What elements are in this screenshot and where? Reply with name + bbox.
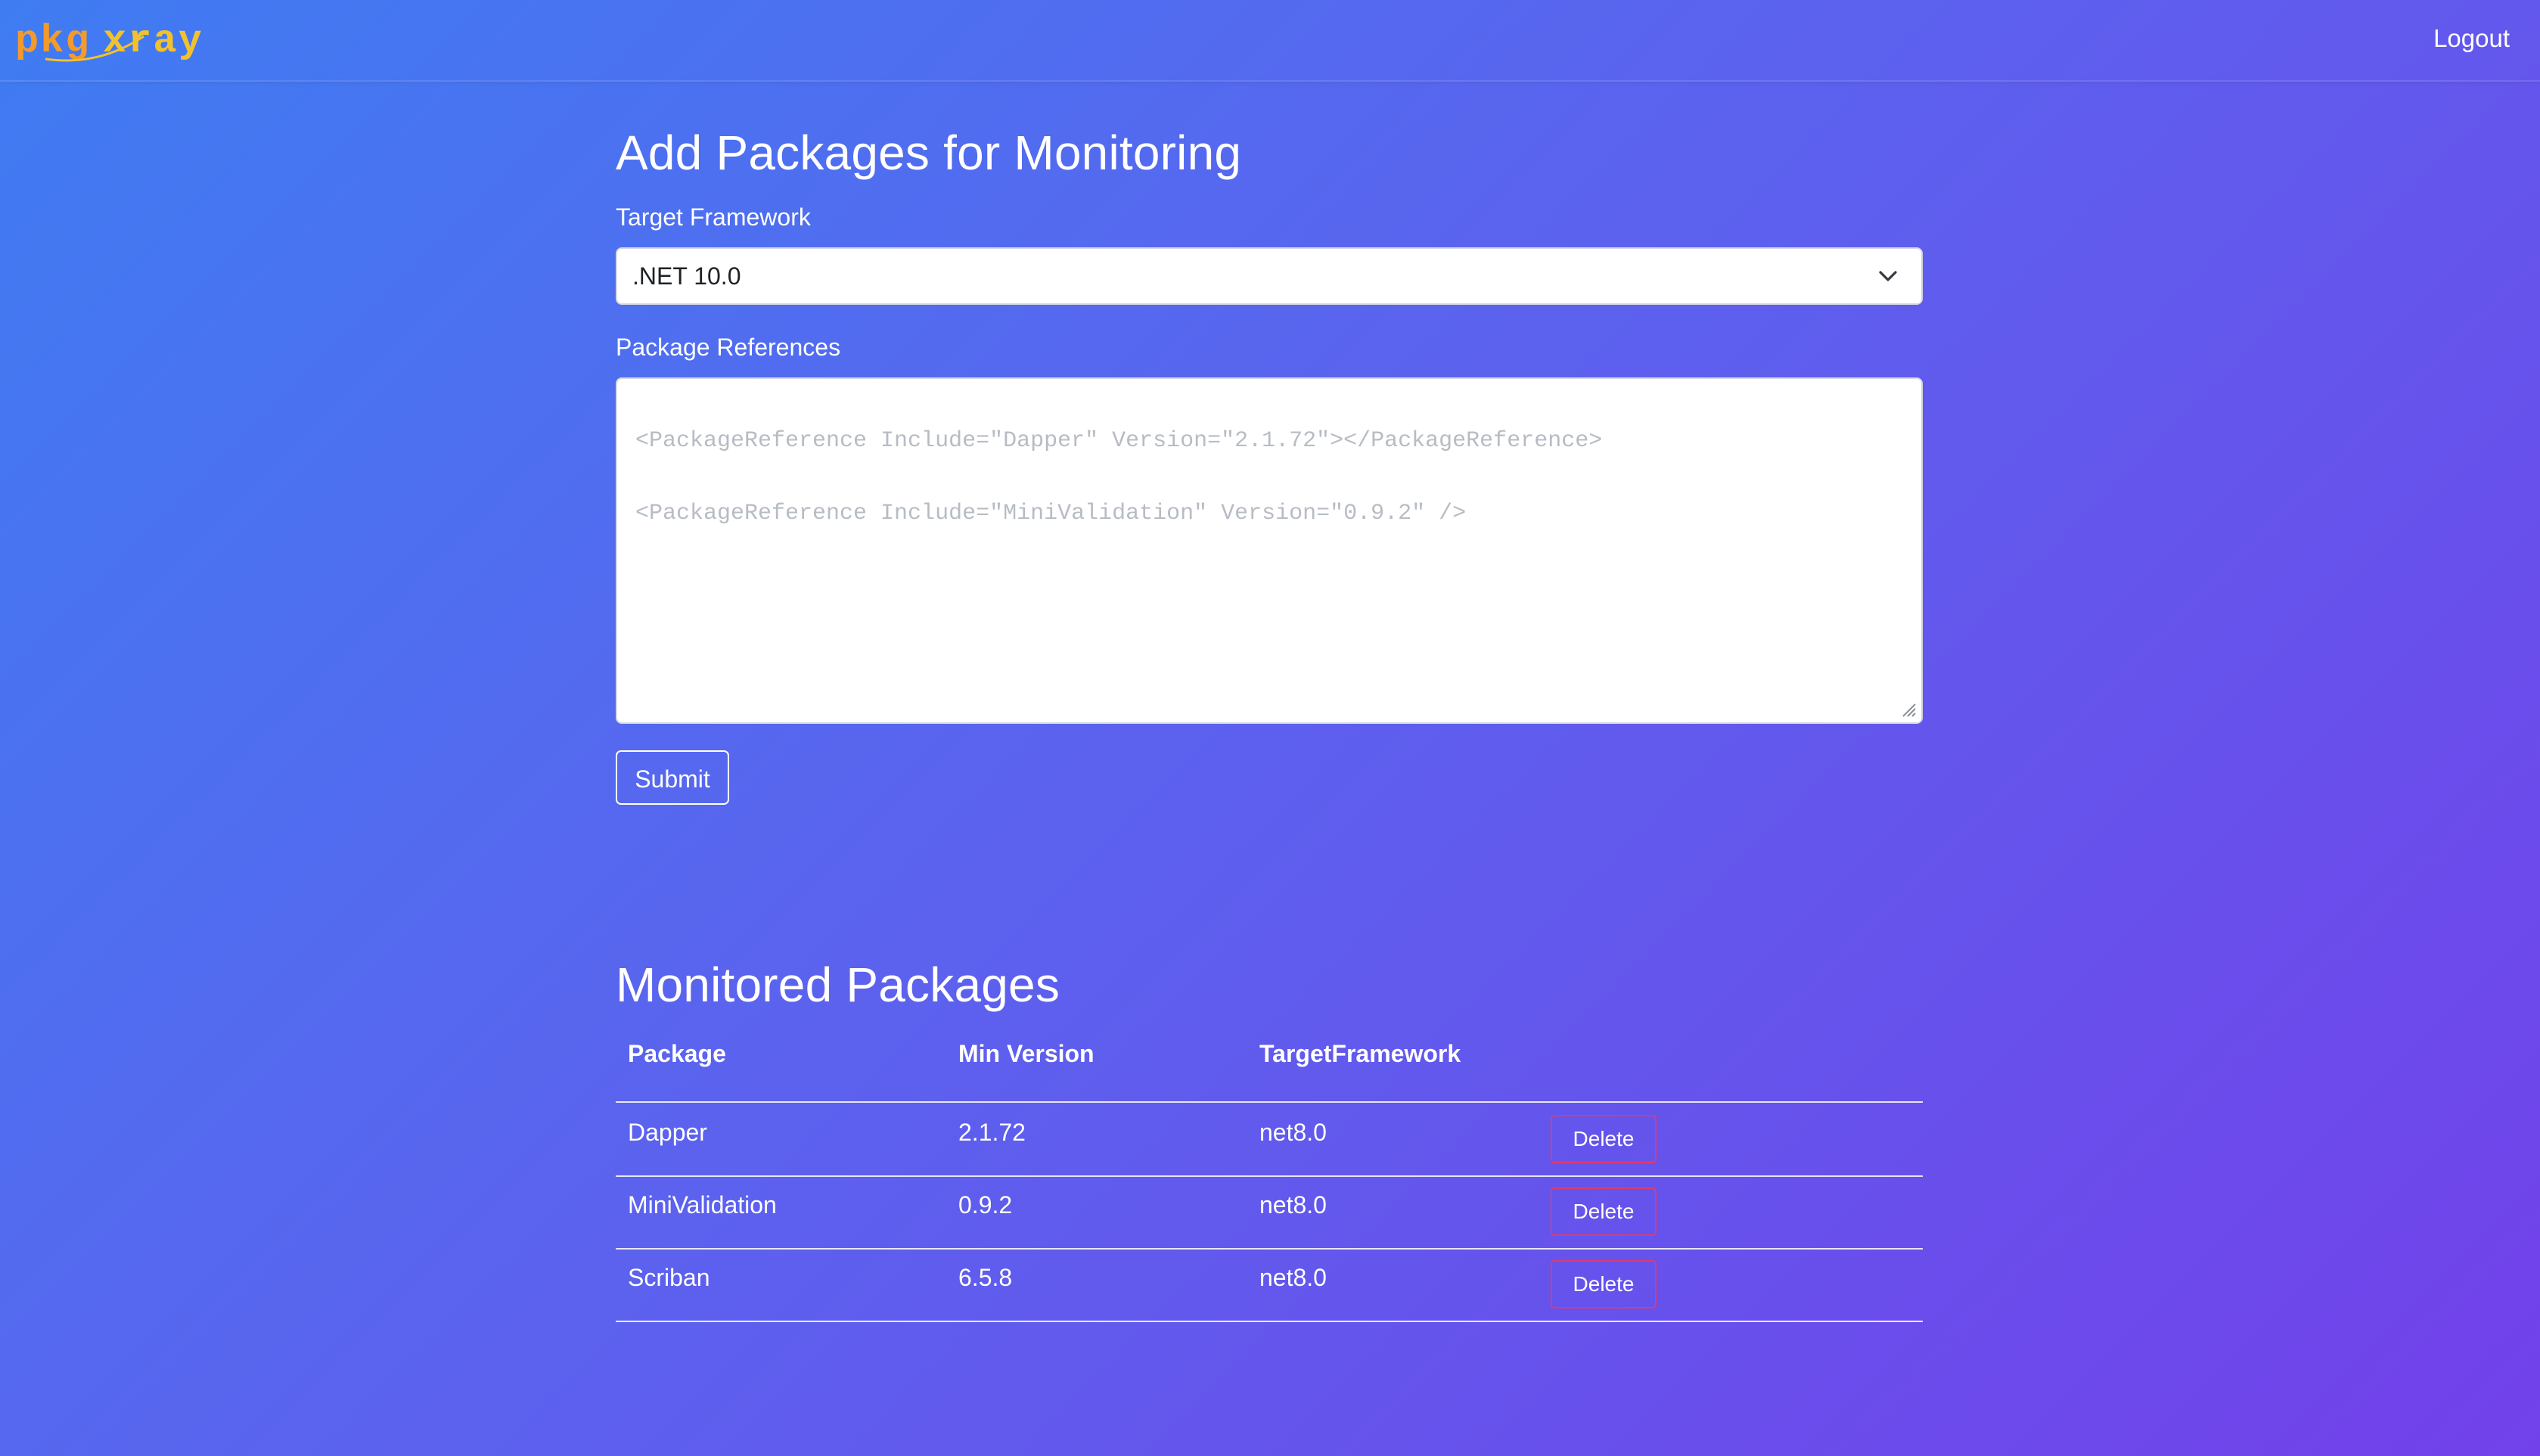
app-frame: pkg xray Logout Add Packages for Monitor… xyxy=(0,0,2540,1456)
brand-logo-image: pkg xray xyxy=(15,19,203,64)
monitored-packages-title: Monitored Packages xyxy=(616,958,1060,1012)
table-cell-target-framework: net8.0 xyxy=(1259,1264,1327,1291)
resize-handle-icon[interactable] xyxy=(1900,701,1917,718)
table-header-divider xyxy=(616,1101,1923,1103)
table-row-divider xyxy=(616,1248,1923,1250)
page-title: Add Packages for Monitoring xyxy=(616,126,1242,180)
table-row-divider xyxy=(616,1175,1923,1177)
column-header-target-framework: TargetFramework xyxy=(1259,1040,1461,1067)
navbar: pkg xray Logout xyxy=(0,0,2540,82)
table-cell-min-version: 6.5.8 xyxy=(958,1264,1013,1291)
delete-button[interactable]: Delete xyxy=(1551,1260,1657,1309)
table-cell-min-version: 0.9.2 xyxy=(958,1191,1013,1219)
chevron-down-icon xyxy=(1879,271,1897,281)
table-cell-package: MiniValidation xyxy=(628,1191,777,1219)
column-header-package: Package xyxy=(628,1040,726,1067)
textarea-placeholder-line: <PackageReference Include="Dapper" Versi… xyxy=(635,428,1603,454)
svg-text:pkg: pkg xyxy=(15,19,91,64)
textarea-placeholder-line: <PackageReference Include="MiniValidatio… xyxy=(635,501,1467,526)
table-row-divider xyxy=(616,1321,1923,1322)
delete-button[interactable]: Delete xyxy=(1551,1187,1657,1236)
table-cell-min-version: 2.1.72 xyxy=(958,1119,1026,1146)
table-cell-package: Scriban xyxy=(628,1264,710,1291)
package-references-label: Package References xyxy=(616,334,841,361)
target-framework-select[interactable]: .NET 10.0 xyxy=(616,247,1923,305)
target-framework-value: .NET 10.0 xyxy=(632,262,741,290)
delete-button[interactable]: Delete xyxy=(1551,1115,1657,1163)
table-cell-package: Dapper xyxy=(628,1119,707,1146)
column-header-min-version: Min Version xyxy=(958,1040,1095,1067)
target-framework-label: Target Framework xyxy=(616,203,811,231)
brand-logo[interactable]: pkg xray xyxy=(15,14,219,67)
table-cell-target-framework: net8.0 xyxy=(1259,1191,1327,1219)
table-cell-target-framework: net8.0 xyxy=(1259,1119,1327,1146)
svg-text:xray: xray xyxy=(103,19,203,64)
submit-button[interactable]: Submit xyxy=(616,750,729,805)
logout-link[interactable]: Logout xyxy=(2433,23,2510,54)
